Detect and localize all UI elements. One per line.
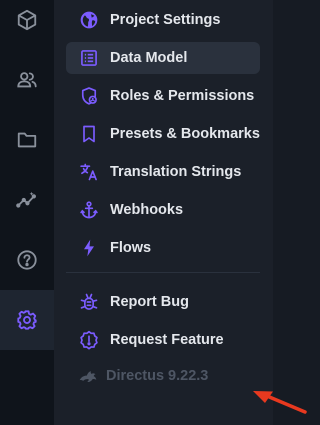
module-bar: [0, 0, 54, 425]
settings-nav-panel: Project Settings Data Model Roles & Perm…: [54, 0, 307, 425]
rail-item-insights[interactable]: [0, 170, 54, 230]
rail-item-help[interactable]: [0, 230, 54, 290]
help-icon: [17, 250, 37, 270]
nav-item-request-feature[interactable]: Request Feature: [66, 324, 260, 356]
settings-navigation: Project Settings Data Model Roles & Perm…: [0, 0, 307, 425]
rail-item-users[interactable]: [0, 50, 54, 110]
nav-item-report-bug[interactable]: Report Bug: [66, 286, 260, 318]
list-icon: [78, 47, 100, 69]
nav-item-label: Roles & Permissions: [110, 88, 255, 104]
rail-item-settings[interactable]: [0, 290, 54, 350]
new-releases-icon: [78, 329, 100, 351]
nav-item-label: Project Settings: [110, 12, 221, 28]
nav-item-data-model[interactable]: Data Model: [66, 42, 260, 74]
bookmark-icon: [78, 123, 100, 145]
rail-item-content[interactable]: [0, 0, 54, 50]
folder-icon: [17, 132, 37, 148]
nav-item-label: Data Model: [110, 50, 188, 66]
nav-item-label: Report Bug: [110, 294, 189, 310]
cube-icon: [17, 9, 37, 31]
nav-item-label: Request Feature: [110, 332, 224, 348]
nav-item-project-settings[interactable]: Project Settings: [66, 4, 260, 36]
users-icon: [17, 72, 37, 88]
admin-shield-icon: [78, 85, 100, 107]
nav-item-label: Translation Strings: [110, 164, 242, 180]
nav-item-roles-permissions[interactable]: Roles & Permissions: [66, 80, 260, 112]
bolt-icon: [78, 237, 100, 259]
bug-icon: [78, 291, 100, 313]
nav-item-translation-strings[interactable]: Translation Strings: [66, 156, 260, 188]
insights-icon: [16, 191, 36, 208]
globe-icon: [78, 9, 100, 31]
nav-item-label: Webhooks: [110, 202, 184, 218]
nav-item-label: Flows: [110, 240, 152, 256]
nav-item-presets-bookmarks[interactable]: Presets & Bookmarks: [66, 118, 260, 150]
translate-icon: [78, 161, 100, 183]
version-info: Directus 9.22.3: [78, 368, 208, 384]
nav-item-label: Presets & Bookmarks: [110, 126, 260, 142]
nav-divider: [66, 272, 260, 273]
nav-item-webhooks[interactable]: Webhooks: [66, 194, 260, 226]
directus-logo-icon: [79, 371, 97, 383]
gear-icon: [17, 310, 37, 330]
annotation-arrow: [253, 391, 307, 414]
anchor-icon: [78, 199, 100, 221]
nav-item-flows[interactable]: Flows: [66, 232, 260, 264]
rail-item-files[interactable]: [0, 110, 54, 170]
version-label: Directus 9.22.3: [106, 368, 209, 384]
